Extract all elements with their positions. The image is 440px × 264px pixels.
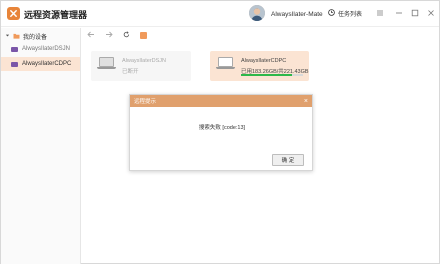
title-bar: 远程资源管理器 AlwaysIlater-Mate 任务列表: [1, 1, 439, 27]
app-window: 远程资源管理器 AlwaysIlater-Mate 任务列表 我的设备 Alwa…: [0, 0, 440, 264]
sidebar: 我的设备 AlwaysIlaterDSJN AlwaysIlaterCDPC: [1, 28, 81, 264]
forward-arrow-icon[interactable]: [105, 31, 113, 40]
maximize-icon[interactable]: [410, 8, 420, 18]
dialog-close-icon[interactable]: ×: [304, 98, 308, 105]
dialog-message: 搜索失败 [code:13]: [198, 125, 246, 131]
remote-alert-dialog: 远程提示 × 搜索失败 [code:13] 确 定: [129, 94, 313, 171]
app-logo-icon: [7, 7, 20, 20]
laptop-icon: [11, 61, 18, 67]
task-list-button[interactable]: 任务列表: [328, 9, 362, 18]
storage-progress-bar: [241, 74, 303, 76]
drive-icon[interactable]: [140, 31, 147, 39]
task-list-icon: [328, 9, 335, 18]
username: AlwaysIlater-Mate: [271, 11, 323, 18]
storage-progress-fill: [241, 74, 293, 76]
settings-icon[interactable]: [375, 8, 385, 18]
device-name: AlwaysIlaterCDPC: [241, 58, 287, 64]
sidebar-item-cdpc[interactable]: AlwaysIlaterCDPC: [1, 57, 80, 71]
back-arrow-icon[interactable]: [87, 31, 95, 40]
dialog-title: 远程提示: [134, 99, 157, 105]
sidebar-item-label: AlwaysIlaterDSJN: [22, 46, 71, 52]
avatar[interactable]: [249, 5, 265, 21]
laptop-icon: [216, 57, 235, 71]
toolbar: [83, 28, 439, 42]
laptop-icon: [97, 57, 116, 71]
sidebar-item-dsjn[interactable]: AlwaysIlaterDSJN: [1, 42, 80, 56]
task-list-label: 任务列表: [338, 12, 363, 18]
close-icon[interactable]: [426, 8, 436, 18]
device-card-cdpc[interactable]: AlwaysIlaterCDPC 已用183.26GB/共221.43GB: [210, 51, 309, 81]
minimize-icon[interactable]: [394, 8, 404, 18]
folder-icon: [13, 33, 20, 41]
tree-root-label: 我的设备: [23, 35, 48, 41]
device-status: 已断开: [122, 69, 139, 75]
device-card-dsjn[interactable]: AlwaysIlaterDSJN 已断开: [91, 51, 191, 81]
app-title: 远程资源管理器: [24, 10, 88, 20]
confirm-button[interactable]: 确 定: [272, 154, 304, 166]
laptop-icon: [11, 46, 18, 52]
dialog-header: 远程提示 ×: [130, 95, 312, 107]
refresh-icon[interactable]: [123, 30, 130, 40]
sidebar-item-label: AlwaysIlaterCDPC: [22, 61, 72, 67]
chevron-down-icon[interactable]: [5, 33, 10, 40]
device-name: AlwaysIlaterDSJN: [122, 58, 167, 64]
tree-root-my-devices[interactable]: 我的设备: [5, 32, 47, 41]
